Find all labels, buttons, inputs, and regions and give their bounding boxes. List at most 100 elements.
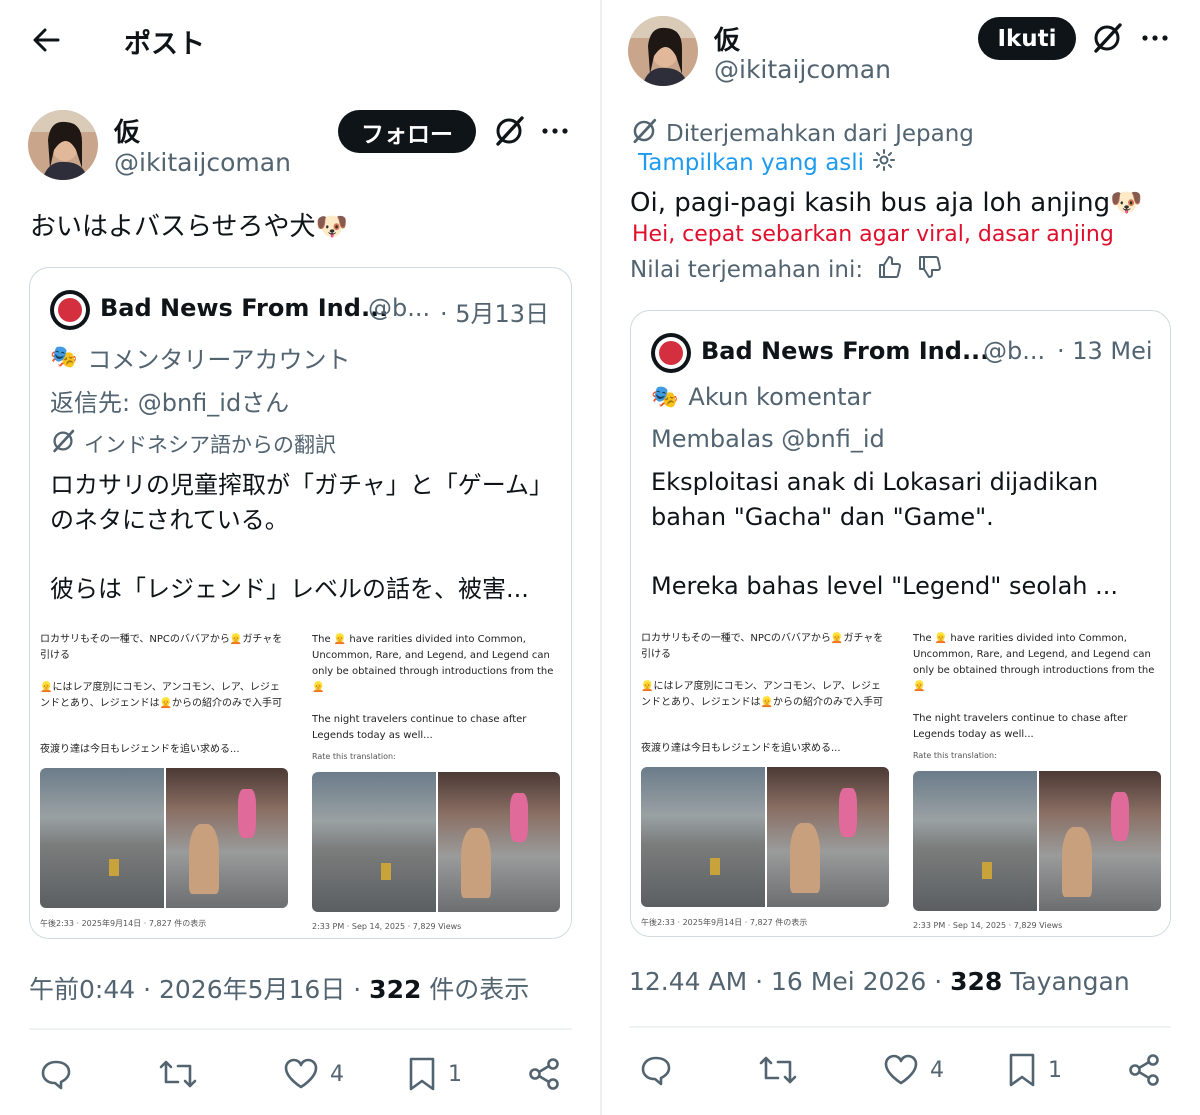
right-post-panel: 仮 @ikitaijcoman Ikuti Diterjemahkan dari…	[602, 0, 1200, 1115]
media-en-text-1: The 👱 have rarities divided into Common,…	[312, 634, 554, 693]
thumbs-up-icon[interactable]	[877, 254, 903, 286]
repost-button[interactable]	[758, 1052, 798, 1088]
media-en-footer: 2:33 PM · Sep 14, 2025 · 7,829 Views	[312, 922, 462, 931]
dog-emoji-icon: 🐶	[315, 212, 348, 242]
media-en-text-2: The night travelers continue to chase af…	[913, 713, 1128, 740]
quoted-text: Eksploitasi anak di Lokasari dijadikan b…	[651, 468, 1099, 531]
quoted-date: · 13 Mei	[1057, 337, 1153, 365]
like-count: 4	[330, 1061, 344, 1087]
post-meta: 午前0:44 · 2026年5月16日 · 322 件の表示	[29, 975, 530, 1004]
media-en-text-2: The night travelers continue to chase af…	[312, 714, 527, 741]
more-options-icon[interactable]	[540, 118, 570, 144]
quoted-post-card[interactable]: Bad News From Ind... @b... · 5月13日 🎭 コメンタ…	[29, 267, 572, 939]
share-icon	[529, 1058, 559, 1090]
like-button[interactable]: 4	[282, 1056, 344, 1092]
quoted-date: · 5月13日	[440, 300, 550, 328]
avatar[interactable]	[28, 110, 98, 180]
reply-to: 返信先: @bnfi_idさん	[50, 389, 290, 417]
grok-icon	[50, 428, 76, 459]
annotation-text: Hei, cepat sebarkan agar viral, dasar an…	[632, 222, 1114, 247]
media-jp-footer: 午後2:33 · 2025年9月14日 · 7,827 件の表示	[641, 918, 808, 927]
media-photo	[641, 767, 889, 907]
view-count: 328	[950, 967, 1003, 996]
thumbs-down-icon[interactable]	[917, 254, 943, 286]
media-jp-footer: 午後2:33 · 2025年9月14日 · 7,827 件の表示	[40, 919, 207, 928]
author-name[interactable]: 仮	[714, 20, 740, 57]
media-en-text-1: The 👱 have rarities divided into Common,…	[913, 633, 1155, 692]
more-options-icon[interactable]	[1140, 25, 1170, 51]
quoted-author-handle: @b...	[983, 337, 1046, 365]
media-jp-text-2: 👱にはレア度別にコモン、アンコモン、レア、レジェンドとあり、レジェンドは👱からの…	[40, 682, 283, 709]
page-title: ポスト	[124, 29, 205, 60]
back-arrow-icon[interactable]	[28, 22, 64, 58]
media-jp-text-1: ロカサリもその一種で、NPCのババアから👱ガチャを引ける	[641, 633, 884, 660]
left-post-panel: ポスト 仮 @ikitaijcoman フォロー おいはよバスらせろや犬🐶 Ba…	[0, 0, 600, 1115]
quoted-text: ロカサリの児童搾取が「ガチャ」と「ゲーム」のネタにされている。	[50, 471, 542, 534]
quoted-author-name: Bad News From Ind...	[100, 294, 389, 322]
grok-icon	[630, 117, 658, 151]
repost-icon	[159, 1060, 197, 1088]
media-en-footer: 2:33 PM · Sep 14, 2025 · 7,829 Views	[913, 921, 1063, 930]
bookmark-count: 1	[448, 1061, 462, 1087]
grok-icon[interactable]	[1090, 21, 1124, 55]
quoted-text-continued: 彼らは「レジェンド」レベルの話を、被害...	[50, 575, 529, 603]
avatar[interactable]	[628, 16, 698, 86]
post-text: おいはよバスらせろや犬🐶	[30, 212, 348, 242]
heart-icon	[284, 1058, 318, 1089]
author-name[interactable]: 仮	[114, 112, 140, 149]
bookmark-button[interactable]: 1	[1006, 1052, 1062, 1088]
bookmark-icon	[409, 1057, 435, 1091]
quoted-author-name: Bad News From Ind...	[701, 337, 990, 365]
media-jp-text-3: 夜渡り達は今日もレジェンドを追い求める...	[40, 744, 240, 755]
grok-icon[interactable]	[492, 114, 526, 148]
settings-gear-icon[interactable]	[872, 148, 896, 178]
media-jp-text-1: ロカサリもその一種で、NPCのババアから👱ガチャを引ける	[40, 634, 283, 661]
media-jp-text-3: 夜渡り達は今日もレジェンドを追い求める...	[641, 743, 841, 754]
bookmark-icon	[1009, 1053, 1035, 1087]
share-icon	[1129, 1054, 1159, 1086]
media-photo	[312, 772, 560, 912]
media-photo	[913, 771, 1161, 911]
media-jp-text-2: 👱にはレア度別にコモン、アンコモン、レア、レジェンドとあり、レジェンドは👱からの…	[641, 681, 884, 708]
quoted-author-handle: @b...	[368, 294, 431, 322]
like-button[interactable]: 4	[882, 1052, 944, 1088]
bookmark-count: 1	[1048, 1057, 1062, 1083]
media-rate-label: Rate this translation:	[312, 752, 396, 761]
bookmark-button[interactable]: 1	[406, 1056, 462, 1092]
like-count: 4	[930, 1057, 944, 1083]
post-text: Oi, pagi-pagi kasih bus aja loh anjing🐶	[630, 188, 1143, 218]
media-rate-label: Rate this translation:	[913, 751, 997, 760]
masks-icon: 🎭	[50, 345, 78, 370]
author-handle[interactable]: @ikitaijcoman	[714, 55, 891, 84]
translated-from: インドネシア語からの翻訳	[50, 428, 336, 459]
account-label: 🎭 コメンタリーアカウント	[50, 345, 351, 374]
dog-emoji-icon: 🐶	[1110, 188, 1143, 218]
follow-button[interactable]: Ikuti	[978, 17, 1076, 60]
divider	[29, 1028, 572, 1030]
reply-button[interactable]	[38, 1056, 74, 1092]
divider	[629, 1026, 1171, 1028]
account-label: 🎭 Akun komentar	[651, 383, 872, 411]
reply-icon	[641, 1056, 671, 1086]
reply-icon	[41, 1060, 71, 1090]
quoted-text-continued: Mereka bahas level "Legend" seolah ...	[651, 572, 1119, 600]
repost-icon	[759, 1056, 797, 1084]
reply-button[interactable]	[638, 1052, 674, 1088]
show-original-link[interactable]: Tampilkan yang asli	[638, 148, 896, 178]
reply-to: Membalas @bnfi_id	[651, 425, 885, 453]
follow-button[interactable]: フォロー	[338, 110, 476, 153]
media-photo	[40, 768, 288, 908]
author-handle[interactable]: @ikitaijcoman	[114, 148, 291, 177]
share-button[interactable]	[526, 1056, 562, 1092]
view-count: 322	[369, 975, 422, 1004]
heart-icon	[884, 1054, 918, 1085]
rate-translation: Nilai terjemahan ini:	[630, 254, 943, 286]
quoted-avatar	[50, 290, 90, 330]
quoted-media[interactable]: ロカサリもその一種で、NPCのババアから👱ガチャを引ける 👱にはレア度別にコモン…	[30, 622, 571, 938]
quoted-post-card[interactable]: Bad News From Ind... @b... · 13 Mei 🎭 Aku…	[630, 310, 1171, 937]
repost-button[interactable]	[158, 1056, 198, 1092]
masks-icon: 🎭	[651, 384, 679, 410]
quoted-media[interactable]: ロカサリもその一種で、NPCのババアから👱ガチャを引ける 👱にはレア度別にコモン…	[631, 621, 1170, 936]
quoted-avatar	[651, 333, 691, 373]
share-button[interactable]	[1126, 1052, 1162, 1088]
